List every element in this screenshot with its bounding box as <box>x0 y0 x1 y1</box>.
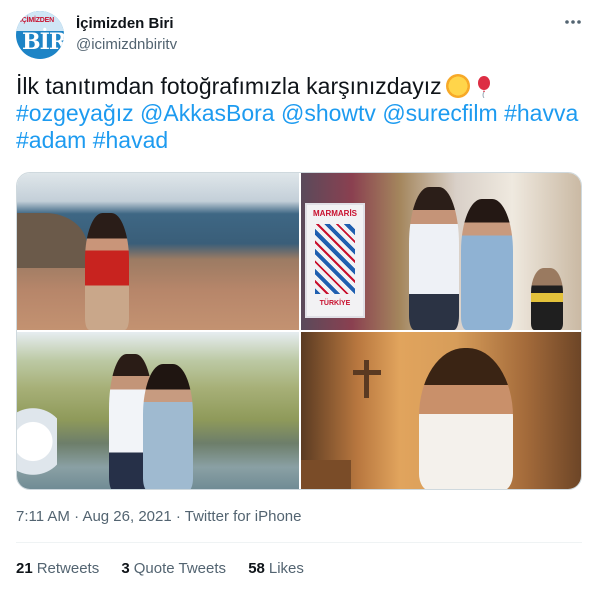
retweets-label: Retweets <box>36 560 100 577</box>
avatar[interactable]: İÇİMİZDEN BİR <box>16 11 64 59</box>
woman-figure <box>461 199 513 330</box>
hashtag-link[interactable]: #havad <box>93 127 168 153</box>
quote-tweets-count: 3 <box>121 560 130 577</box>
likes-count: 58 <box>248 560 265 577</box>
bystander-figure <box>531 268 563 330</box>
likes-stat[interactable]: 58 Likes <box>248 560 304 577</box>
sign-pattern <box>315 224 355 294</box>
tweet-text: İlk tanıtımdan fotoğrafımızla karşınızda… <box>16 73 582 154</box>
hashtag-link[interactable]: #ozgeyağız <box>16 100 134 126</box>
man-figure <box>419 348 513 489</box>
sign-title: MARMARİS <box>313 209 357 218</box>
media-grid: MARMARİS TÜRKİYE <box>16 172 582 490</box>
tweet-line-1: İlk tanıtımdan fotoğrafımızla karşınızda… <box>16 73 582 100</box>
tweet-time-link[interactable]: 7:11 AM <box>16 508 70 525</box>
mention-link[interactable]: @surecfilm <box>382 100 497 126</box>
avatar-logo-top: İÇİMİZDEN <box>20 17 54 24</box>
ellipsis-icon <box>565 20 581 24</box>
likes-label: Likes <box>268 560 304 577</box>
author-name[interactable]: İçimizden Biri <box>76 15 174 32</box>
mention-link[interactable]: @showtv <box>281 100 376 126</box>
souvenir-sign: MARMARİS TÜRKİYE <box>305 203 365 318</box>
tweet-line-3: #adam #havad <box>16 127 582 154</box>
retweets-count: 21 <box>16 560 33 577</box>
sign-footer: TÜRKİYE <box>319 300 351 307</box>
tweet-meta: 7:11 AM · Aug 26, 2021 · Twitter for iPh… <box>16 508 301 525</box>
photo-coast-woman[interactable] <box>17 173 299 330</box>
tweet-source-link[interactable]: Twitter for iPhone <box>185 508 302 525</box>
photo-lake-couple[interactable] <box>17 332 299 489</box>
flower-arch <box>17 392 57 489</box>
hashtag-link[interactable]: #adam <box>16 127 86 153</box>
tweet-line-2: #ozgeyağız @AkkasBora @showtv @surecfilm… <box>16 100 582 127</box>
balloon-emoji-icon <box>477 76 490 98</box>
photo-market-couple[interactable]: MARMARİS TÜRKİYE <box>301 173 581 330</box>
tweet: İÇİMİZDEN BİR İçimizden Biri @icimizdnbi… <box>0 0 598 594</box>
avatar-logo-bottom: BİR <box>22 29 64 55</box>
hashtag-link[interactable]: #havva <box>504 100 578 126</box>
cross-icon <box>349 360 385 398</box>
quote-tweets-label: Quote Tweets <box>133 560 227 577</box>
man-figure <box>409 187 459 330</box>
more-options-icon[interactable] <box>560 12 586 34</box>
woman-figure <box>85 213 129 330</box>
tweet-stats: 21 Retweets 3 Quote Tweets 58 Likes <box>16 560 322 577</box>
tweet-text-main: İlk tanıtımdan fotoğrafımızla karşınızda… <box>16 73 442 99</box>
author-handle[interactable]: @icimizdnbiritv <box>76 36 177 53</box>
meta-separator: · <box>175 508 181 525</box>
retweets-stat[interactable]: 21 Retweets <box>16 560 99 577</box>
mention-link[interactable]: @AkkasBora <box>140 100 275 126</box>
woman-figure <box>143 364 193 489</box>
pew-shape <box>301 460 351 489</box>
meta-separator: · <box>74 508 80 525</box>
cliff-shape <box>17 213 87 268</box>
tweet-date-link[interactable]: Aug 26, 2021 <box>82 508 171 525</box>
divider <box>16 542 582 543</box>
quote-tweets-stat[interactable]: 3 Quote Tweets <box>121 560 226 577</box>
photo-church-man[interactable] <box>301 332 581 489</box>
sun-emoji-icon <box>445 74 470 98</box>
